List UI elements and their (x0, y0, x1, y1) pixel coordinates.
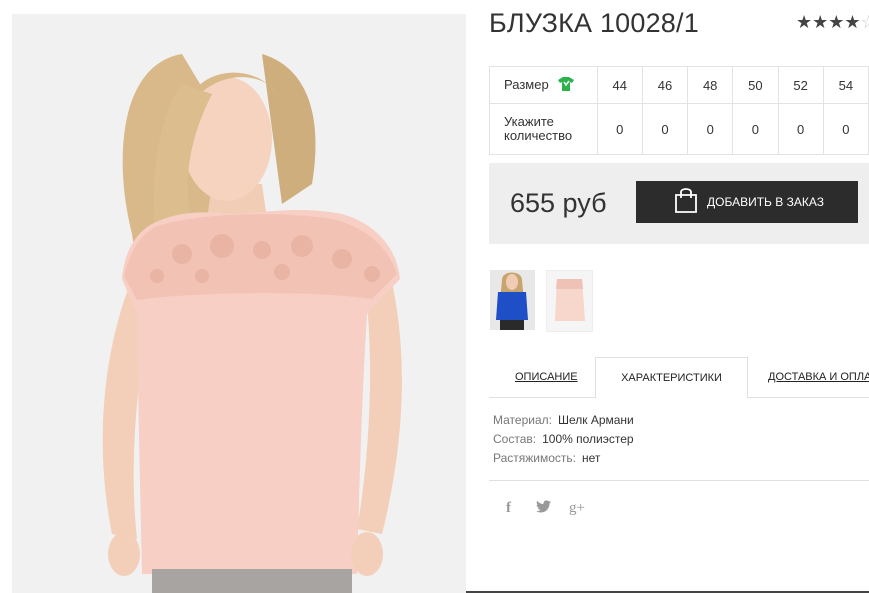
spec-row: Материал: Шелк Армани (493, 411, 634, 430)
product-price: 655 руб (510, 188, 607, 218)
tab-description[interactable]: ОПИСАНИЕ (515, 357, 578, 397)
add-to-order-button[interactable]: ДОБАВИТЬ В ЗАКАЗ (636, 181, 858, 223)
model-illustration (12, 14, 466, 593)
specs-list: Материал: Шелк Армани Состав: 100% полиэст… (493, 411, 634, 468)
size-label-cell: Размер (489, 66, 598, 104)
quantity-input[interactable]: 0 (777, 103, 824, 155)
tab-characteristics[interactable]: ХАРАКТЕРИСТИКИ (595, 357, 748, 399)
star-icon: ★ (796, 12, 813, 32)
product-title: БЛУЗКА 10028/1 (489, 8, 699, 38)
facebook-icon[interactable]: f (506, 500, 511, 517)
quantity-input[interactable]: 0 (687, 103, 734, 155)
googleplus-icon[interactable]: g+ (569, 500, 585, 517)
spec-key: Состав: (493, 432, 537, 446)
spec-key: Растяжимость: (493, 451, 577, 465)
star-icon: ★ (812, 12, 829, 32)
star-icon: ★ (828, 12, 845, 32)
rating-stars[interactable]: ★★★★☆ (796, 12, 869, 33)
spec-key: Материал: (493, 413, 552, 427)
tshirt-icon[interactable] (558, 76, 575, 94)
spec-value: нет (582, 451, 601, 465)
star-icon: ★ (844, 12, 861, 32)
size-option[interactable]: 54 (822, 66, 869, 104)
quantity-input[interactable]: 0 (596, 103, 643, 155)
size-option[interactable]: 50 (732, 66, 779, 104)
price-panel: 655 руб ДОБАВИТЬ В ЗАКАЗ (489, 163, 869, 244)
size-label: Размер (504, 76, 549, 92)
product-photo[interactable] (12, 14, 466, 593)
shopping-bag-icon (674, 187, 698, 218)
thumbnail-pink[interactable] (546, 270, 593, 332)
section-divider (489, 480, 869, 481)
quantity-input[interactable]: 0 (641, 103, 689, 155)
size-row: Размер 44 46 48 50 52 54 (489, 66, 869, 104)
add-to-order-label: ДОБАВИТЬ В ЗАКАЗ (707, 195, 824, 209)
quantity-input[interactable]: 0 (822, 103, 869, 155)
size-option[interactable]: 52 (777, 66, 824, 104)
thumbnail-blue[interactable] (490, 270, 535, 330)
tab-delivery[interactable]: ДОСТАВКА И ОПЛАТА (768, 357, 869, 397)
quantity-row: Укажите количество 0 0 0 0 0 0 (489, 103, 869, 155)
size-option[interactable]: 44 (596, 66, 643, 104)
size-quantity-table: Размер 44 46 48 50 52 54 Укажите количес… (489, 66, 869, 155)
size-option[interactable]: 48 (687, 66, 734, 104)
spec-row: Состав: 100% полиэстер (493, 430, 634, 449)
quantity-label: Укажите количество (489, 103, 598, 155)
twitter-icon[interactable] (536, 500, 551, 517)
spec-row: Растяжимость: нет (493, 449, 634, 468)
size-option[interactable]: 46 (641, 66, 689, 104)
quantity-input[interactable]: 0 (732, 103, 779, 155)
spec-value: Шелк Армани (557, 413, 634, 427)
star-empty-icon: ☆ (860, 12, 869, 32)
spec-value: 100% полиэстер (542, 432, 634, 446)
